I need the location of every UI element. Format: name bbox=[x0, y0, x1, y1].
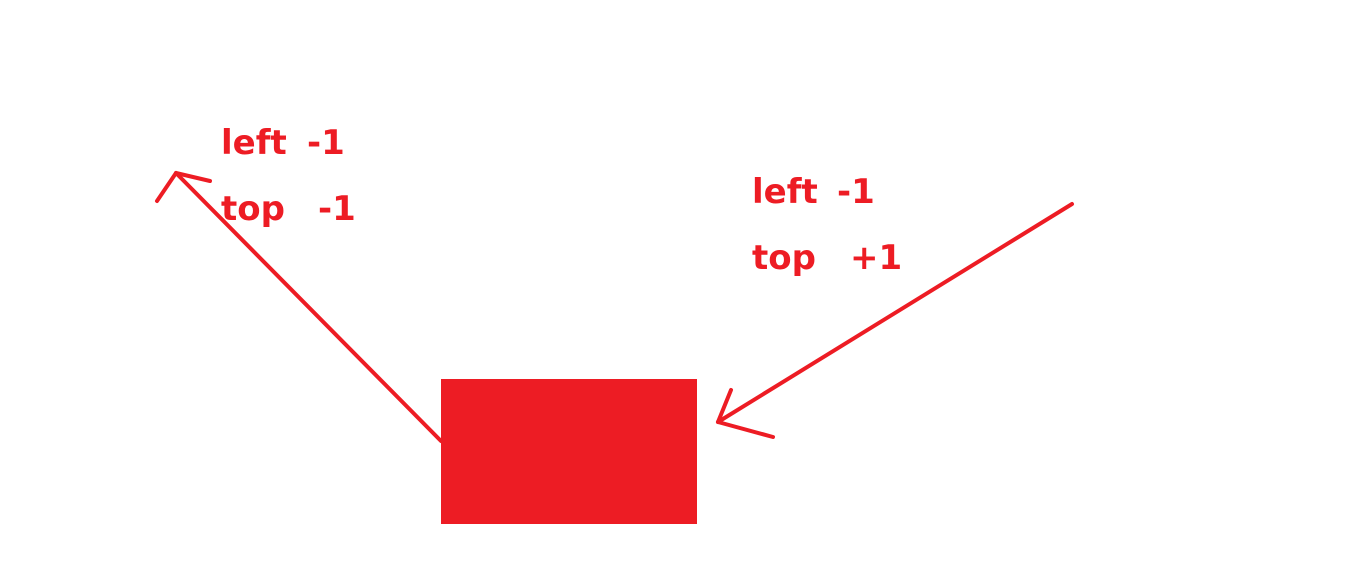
arrow-from-upper-right-shaft bbox=[716, 202, 1074, 424]
right-label-group: left -1 top +1 bbox=[752, 172, 902, 278]
right-group-left-value: -1 bbox=[837, 172, 875, 212]
left-group-top-value: -1 bbox=[318, 189, 356, 229]
left-group-left-label: left bbox=[221, 123, 287, 163]
arrow-up-left-shaft bbox=[174, 171, 443, 443]
red-block bbox=[441, 379, 697, 524]
arrow-up-left-head-lower bbox=[155, 171, 178, 203]
arrow-from-upper-right-head-lower bbox=[716, 420, 775, 439]
left-group-left-value: -1 bbox=[307, 123, 345, 163]
right-group-top-label: top bbox=[752, 238, 816, 278]
right-group-left-label: left bbox=[752, 172, 818, 212]
left-label-group: left -1 top -1 bbox=[221, 123, 356, 229]
arrow-up-left bbox=[155, 171, 443, 443]
diagram-canvas: left -1 top -1 left -1 top +1 bbox=[155, 123, 1074, 524]
right-group-top-value: +1 bbox=[850, 238, 902, 278]
left-group-top-label: top bbox=[221, 189, 285, 229]
